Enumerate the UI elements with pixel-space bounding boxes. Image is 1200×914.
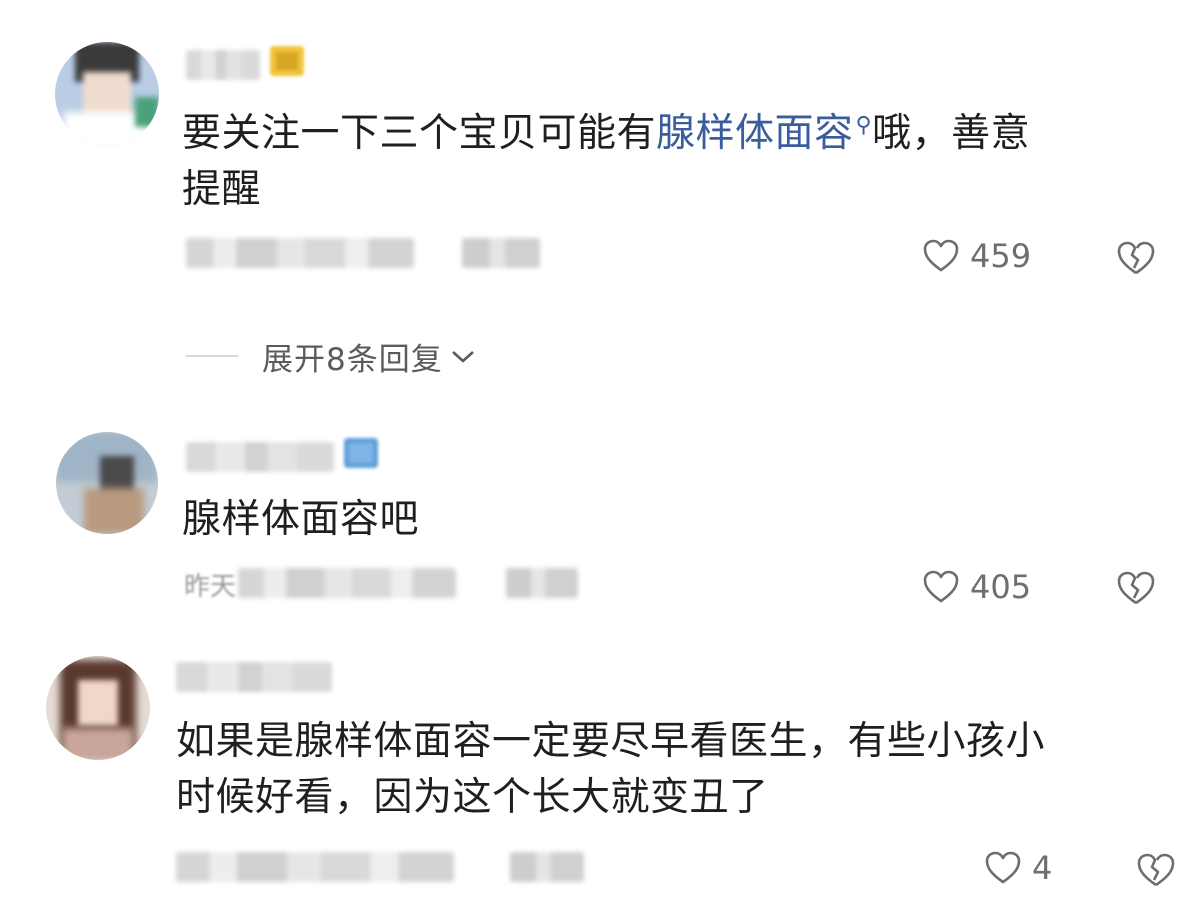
like-count: 459: [970, 237, 1032, 275]
like-count: 405: [970, 568, 1032, 606]
keyword-link[interactable]: 腺样体面容: [656, 111, 854, 156]
comment-text: 如果是腺样体面容一定要尽早看医生，有些小孩小 时候好看，因为这个长大就变丑了: [176, 719, 1046, 820]
comment-item-1: 要关注一下三个宝贝可能有腺样体面容⚲哦，善意 提醒 459: [0, 0, 1200, 300]
expand-replies-label: 展开8条回复: [262, 341, 443, 378]
comment-item-3: 如果是腺样体面容一定要尽早看医生，有些小孩小 时候好看，因为这个长大就变丑了 4: [0, 648, 1200, 914]
broken-heart-icon[interactable]: [1116, 568, 1156, 608]
heart-outline-icon: [923, 239, 959, 272]
expand-replies-button[interactable]: 展开8条回复: [186, 336, 477, 378]
comment-meta-blurred: [176, 852, 454, 882]
avatar[interactable]: [55, 42, 159, 146]
comment-item-2: 腺样体面容吧 昨天 405: [0, 420, 1200, 630]
broken-heart-icon[interactable]: [1136, 850, 1176, 890]
heart-outline-icon: [985, 851, 1021, 884]
comment-text: 要关注一下三个宝贝可能有腺样体面容⚲哦，善意 提醒: [182, 111, 1031, 212]
avatar[interactable]: [46, 656, 150, 760]
reply-button-blurred[interactable]: [462, 238, 540, 268]
like-button[interactable]: 4: [984, 848, 1052, 888]
divider: [186, 355, 238, 357]
heart-outline-icon: [923, 570, 959, 603]
user-badge: [344, 438, 378, 468]
broken-heart-icon[interactable]: [1116, 238, 1156, 278]
username-blurred[interactable]: [186, 50, 260, 80]
user-badge: [270, 46, 304, 76]
reply-button-blurred[interactable]: [510, 852, 584, 882]
username-blurred[interactable]: [176, 662, 332, 692]
like-button[interactable]: 459: [922, 236, 1031, 276]
avatar[interactable]: [56, 432, 158, 534]
chevron-down-icon: [451, 351, 474, 363]
search-icon[interactable]: ⚲: [856, 113, 873, 138]
comment-meta-blurred: [238, 568, 456, 598]
reply-button-blurred[interactable]: [506, 568, 578, 598]
comment-time-partial: 昨天: [184, 572, 237, 602]
like-button[interactable]: 405: [922, 567, 1031, 607]
like-count: 4: [1032, 849, 1053, 887]
comment-text: 腺样体面容吧: [182, 497, 420, 542]
username-blurred[interactable]: [186, 442, 334, 472]
comment-meta-blurred: [186, 238, 414, 268]
